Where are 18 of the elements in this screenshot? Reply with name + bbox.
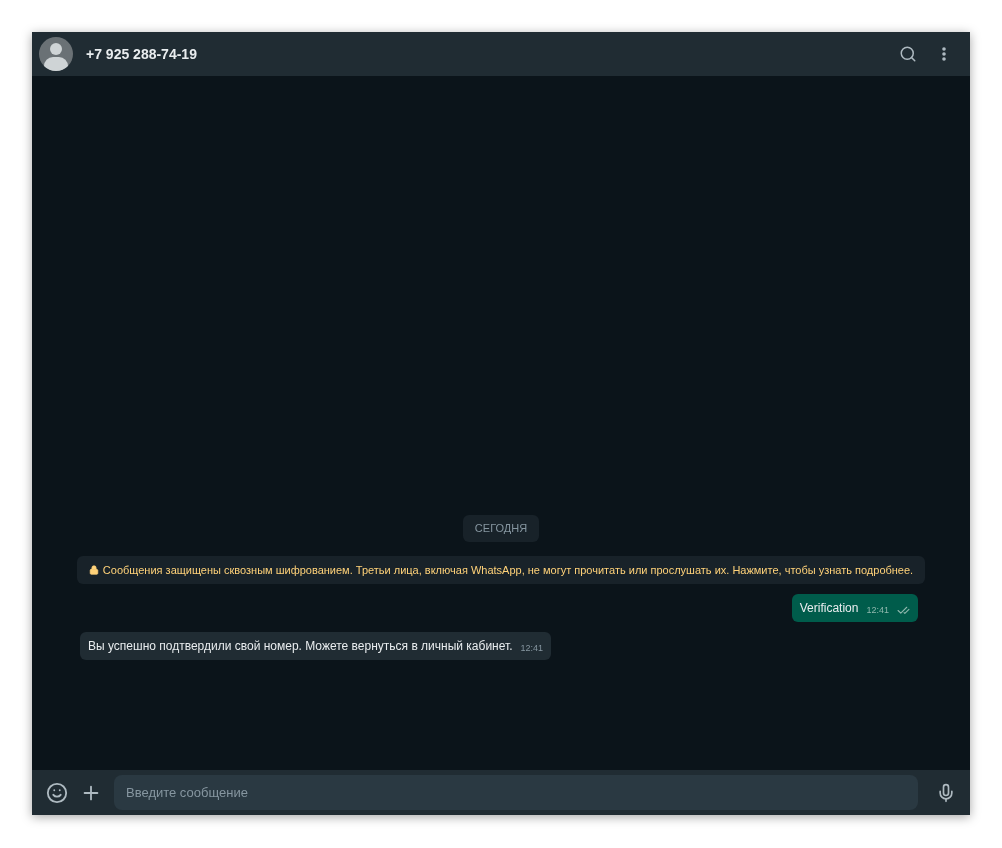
microphone-button[interactable] bbox=[936, 782, 956, 803]
emoji-button[interactable] bbox=[46, 781, 68, 804]
message-text: Вы успешно подтвердили свой номер. Можете вернуться в личный кабинет. bbox=[88, 638, 513, 655]
menu-icon bbox=[942, 47, 946, 61]
message-input[interactable]: Введите сообщение bbox=[114, 775, 918, 810]
message-text: Verification bbox=[799, 600, 859, 617]
microphone-icon bbox=[936, 782, 956, 803]
encryption-notice-text: Сообщения защищены сквозным шифрованием. Третьи лица, включая WhatsApp, не могут прочитать или прослушать их. Нажмите, чтобы узнать подробнее. bbox=[102, 562, 914, 578]
message-time: 12:41 bbox=[520, 641, 544, 655]
contact-name[interactable]: +7 925 288-74-19 bbox=[86, 43, 197, 65]
search-icon bbox=[899, 45, 917, 63]
date-label: СЕГОДНЯ bbox=[462, 515, 540, 542]
encryption-notice[interactable]: Сообщения защищены сквозным шифрованием. Третьи лица, включая WhatsApp, не могут прочитать или прослушать их. Нажмите, чтобы узнать подробнее. bbox=[76, 555, 926, 584]
smiley-icon bbox=[46, 781, 68, 804]
double-check-icon bbox=[897, 604, 910, 617]
lock-icon bbox=[88, 564, 99, 575]
avatar-icon[interactable] bbox=[39, 37, 73, 71]
message-time: 12:41 bbox=[866, 603, 889, 617]
